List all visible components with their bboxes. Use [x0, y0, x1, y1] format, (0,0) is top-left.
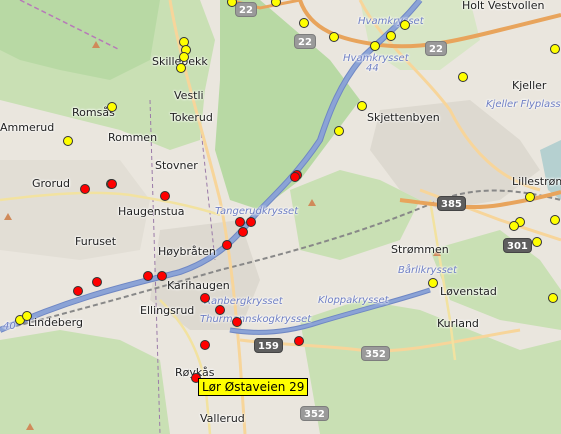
- yellow-marker[interactable]: [548, 293, 558, 303]
- place-label: Stovner: [155, 159, 198, 172]
- yellow-marker[interactable]: [107, 102, 117, 112]
- yellow-marker[interactable]: [509, 221, 519, 231]
- yellow-marker[interactable]: [550, 44, 560, 54]
- place-label: Lindeberg: [28, 316, 83, 329]
- route-shield: 385: [437, 196, 466, 211]
- place-label: Høybråten: [158, 245, 216, 258]
- red-marker[interactable]: [246, 217, 256, 227]
- red-marker[interactable]: [290, 172, 300, 182]
- red-marker[interactable]: [200, 340, 210, 350]
- place-label: Grorud: [32, 177, 71, 190]
- junction-label: Kjeller Flyplass: [486, 99, 561, 110]
- red-marker[interactable]: [157, 271, 167, 281]
- yellow-marker[interactable]: [532, 237, 542, 247]
- yellow-marker[interactable]: [334, 126, 344, 136]
- yellow-marker[interactable]: [63, 136, 73, 146]
- place-label: Haugenstua: [118, 205, 185, 218]
- yellow-marker[interactable]: [458, 72, 468, 82]
- marker-tooltip: Lør Østaveien 29: [198, 378, 309, 396]
- place-label: Vallerud: [200, 412, 245, 425]
- red-marker[interactable]: [92, 277, 102, 287]
- junction-label: Tangerudkrysset: [215, 206, 299, 217]
- route-shield: 352: [361, 346, 390, 361]
- place-label: Vestli: [174, 89, 204, 102]
- place-label: Karihaugen: [167, 279, 230, 292]
- red-marker[interactable]: [222, 240, 232, 250]
- yellow-marker[interactable]: [299, 18, 309, 28]
- place-label: Rommen: [108, 131, 158, 144]
- yellow-marker[interactable]: [428, 278, 438, 288]
- place-label: Strømmen: [391, 243, 449, 256]
- red-marker[interactable]: [215, 305, 225, 315]
- yellow-marker[interactable]: [176, 63, 186, 73]
- red-marker[interactable]: [143, 271, 153, 281]
- yellow-marker[interactable]: [22, 311, 32, 321]
- map-base-layer: [0, 0, 561, 434]
- junction-label: Thurmannskogkrysset: [200, 314, 312, 325]
- route-shield: 301: [503, 238, 532, 253]
- red-marker[interactable]: [294, 336, 304, 346]
- red-marker[interactable]: [200, 293, 210, 303]
- map-view[interactable]: Holt Vestvollen Skillebekk Vestli Romsås…: [0, 0, 561, 434]
- red-marker[interactable]: [238, 227, 248, 237]
- route-shield: 352: [300, 406, 329, 421]
- yellow-marker[interactable]: [400, 20, 410, 30]
- junction-label: Kloppakrysset: [318, 295, 389, 306]
- red-marker[interactable]: [232, 317, 242, 327]
- junction-label: Bårlikrysset: [398, 265, 457, 276]
- red-marker[interactable]: [235, 217, 245, 227]
- place-label: Tokerud: [170, 111, 213, 124]
- route-shield: 22: [425, 41, 447, 56]
- place-label: Lillestrøm: [512, 175, 561, 188]
- place-label: Holt Vestvollen: [462, 0, 545, 12]
- yellow-marker[interactable]: [329, 32, 339, 42]
- place-label: Kurland: [437, 317, 479, 330]
- place-label: Ammerud: [0, 121, 55, 134]
- place-label: Løvenstad: [440, 285, 497, 298]
- place-label: Ellingsrud: [140, 304, 195, 317]
- yellow-marker[interactable]: [357, 101, 367, 111]
- route-shield: 22: [235, 2, 257, 17]
- place-label: Kjeller: [512, 79, 547, 92]
- yellow-marker[interactable]: [386, 31, 396, 41]
- place-label: Skjettenbyen: [367, 111, 440, 124]
- junction-label: Hvamkrysset: [358, 16, 424, 27]
- red-marker[interactable]: [160, 191, 170, 201]
- yellow-marker[interactable]: [370, 41, 380, 51]
- yellow-marker[interactable]: [179, 52, 189, 62]
- red-marker[interactable]: [73, 286, 83, 296]
- route-number-label: 44: [366, 63, 379, 74]
- red-marker[interactable]: [107, 179, 117, 189]
- route-shield: 159: [254, 338, 283, 353]
- route-shield: 22: [294, 34, 316, 49]
- place-label: Furuset: [75, 235, 117, 248]
- yellow-marker[interactable]: [550, 215, 560, 225]
- red-marker[interactable]: [80, 184, 90, 194]
- yellow-marker[interactable]: [525, 192, 535, 202]
- route-number-label: 40: [3, 321, 16, 332]
